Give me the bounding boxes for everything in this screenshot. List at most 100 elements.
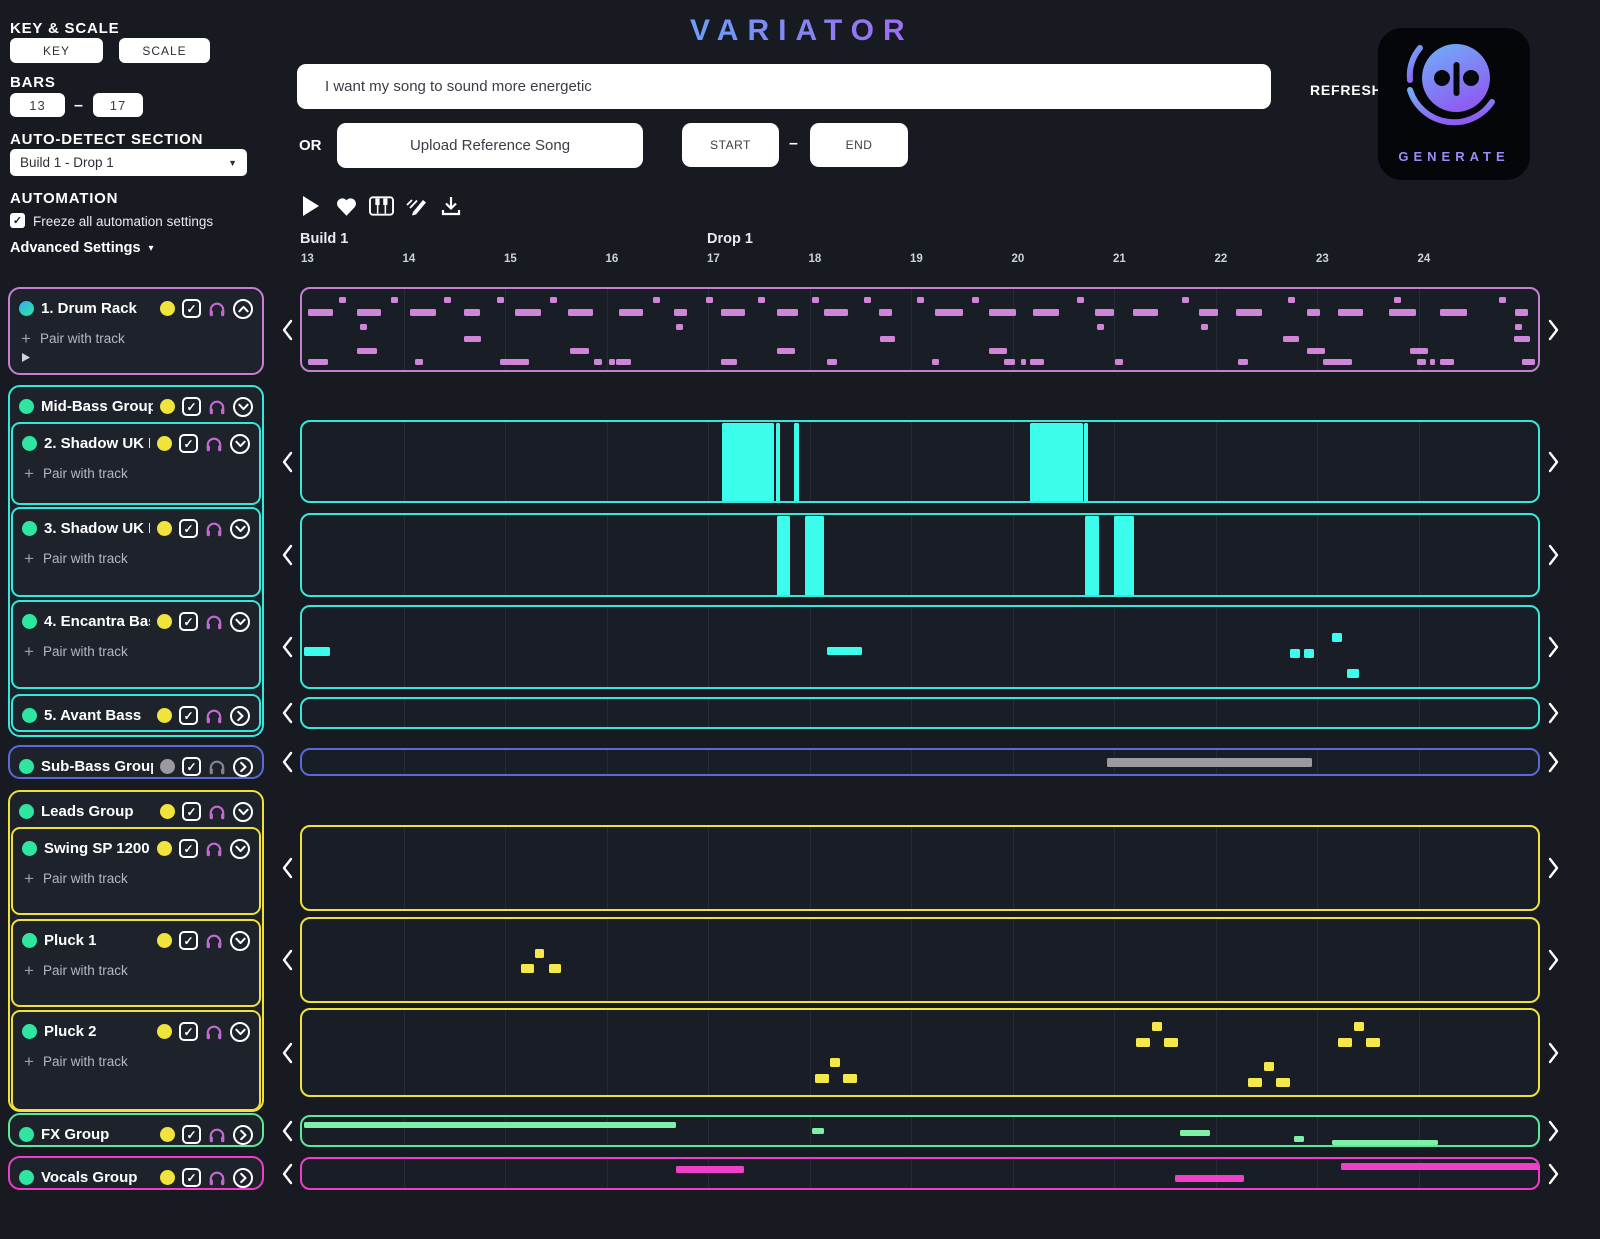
midi-note[interactable] <box>812 297 819 303</box>
lane-scroll-left-arrow[interactable] <box>279 451 295 473</box>
midi-note[interactable] <box>1199 309 1218 316</box>
midi-note[interactable] <box>1164 1038 1178 1047</box>
midi-note[interactable] <box>1077 297 1084 303</box>
midi-note[interactable] <box>304 1122 676 1128</box>
track-checkbox[interactable]: ✓ <box>179 839 198 858</box>
chevron-down-icon[interactable] <box>230 1022 250 1042</box>
midi-note[interactable] <box>1499 297 1506 303</box>
midi-note[interactable] <box>972 297 979 303</box>
lane-scroll-left-arrow[interactable] <box>279 857 295 879</box>
track-header-shadow-uk-bass-3[interactable]: 3. Shadow UK B...✓ <box>13 509 259 541</box>
midi-note[interactable] <box>1133 309 1158 316</box>
enable-dot[interactable] <box>160 1170 175 1185</box>
midi-note[interactable] <box>357 348 377 354</box>
lane-scroll-left-arrow[interactable] <box>279 319 295 341</box>
lane-shadow-uk-bass-2[interactable] <box>300 420 1540 503</box>
pair-with-track-button[interactable]: +Pair with track <box>13 634 259 659</box>
midi-note[interactable] <box>521 964 534 973</box>
midi-note[interactable] <box>619 309 643 316</box>
enable-dot[interactable] <box>157 521 172 536</box>
lane-scroll-right-arrow[interactable] <box>1545 702 1561 724</box>
midi-note[interactable] <box>410 309 436 316</box>
track-panel-mid-bass-group[interactable]: Mid-Bass Group✓2. Shadow UK B...✓+Pair w… <box>8 385 264 737</box>
midi-note[interactable] <box>1394 297 1401 303</box>
lane-avant-bass[interactable] <box>300 697 1540 729</box>
pair-with-track-button[interactable]: +Pair with track <box>13 861 259 886</box>
lane-scroll-right-arrow[interactable] <box>1545 451 1561 473</box>
enable-dot[interactable] <box>157 841 172 856</box>
midi-note[interactable] <box>1515 324 1522 330</box>
midi-note[interactable] <box>917 297 924 303</box>
track-checkbox[interactable]: ✓ <box>182 802 201 821</box>
lane-scroll-right-arrow[interactable] <box>1545 319 1561 341</box>
midi-note[interactable] <box>932 359 939 365</box>
midi-note[interactable] <box>1152 1022 1162 1031</box>
chevron-down-icon[interactable] <box>230 839 250 859</box>
midi-note[interactable] <box>1107 758 1312 767</box>
midi-note[interactable] <box>360 324 367 330</box>
midi-note[interactable] <box>827 359 837 365</box>
track-header-fx-group[interactable]: FX Group✓ <box>10 1115 262 1147</box>
lane-drum-rack[interactable] <box>300 287 1540 372</box>
midi-note[interactable] <box>812 1128 824 1134</box>
enable-dot[interactable] <box>160 399 175 414</box>
lane-scroll-right-arrow[interactable] <box>1545 1163 1561 1185</box>
headphones-icon[interactable] <box>205 436 223 452</box>
chevron-down-icon[interactable] <box>230 519 250 539</box>
enable-dot[interactable] <box>157 708 172 723</box>
midi-note[interactable] <box>1084 423 1088 502</box>
track-header-leads-group[interactable]: Leads Group✓ <box>10 792 262 824</box>
headphones-icon[interactable] <box>208 1127 226 1143</box>
track-panel-drum-rack[interactable]: 1. Drum Rack✓+Pair with track <box>8 287 264 375</box>
midi-note[interactable] <box>1323 359 1352 365</box>
midi-note[interactable] <box>1201 324 1208 330</box>
lane-scroll-right-arrow[interactable] <box>1545 949 1561 971</box>
midi-note[interactable] <box>1307 309 1320 316</box>
track-panel-swing-sp-1200[interactable]: Swing SP 1200...✓+Pair with track <box>11 827 261 915</box>
midi-note[interactable] <box>550 297 557 303</box>
enable-dot[interactable] <box>157 614 172 629</box>
midi-note[interactable] <box>515 309 541 316</box>
track-panel-shadow-uk-bass-3[interactable]: 3. Shadow UK B...✓+Pair with track <box>11 507 261 597</box>
midi-note[interactable] <box>777 309 798 316</box>
lane-fx-group[interactable] <box>300 1115 1540 1147</box>
midi-note[interactable] <box>1430 359 1435 365</box>
lane-scroll-left-arrow[interactable] <box>279 1042 295 1064</box>
pair-with-track-button[interactable]: +Pair with track <box>13 456 259 481</box>
midi-note[interactable] <box>815 1074 829 1083</box>
midi-note[interactable] <box>794 423 799 502</box>
track-checkbox[interactable]: ✓ <box>179 1022 198 1041</box>
midi-note[interactable] <box>1366 1038 1380 1047</box>
midi-note[interactable] <box>1248 1078 1262 1087</box>
midi-note[interactable] <box>609 359 615 365</box>
track-panel-fx-group[interactable]: FX Group✓ <box>8 1113 264 1147</box>
lane-scroll-right-arrow[interactable] <box>1545 544 1561 566</box>
track-checkbox[interactable]: ✓ <box>179 931 198 950</box>
track-checkbox[interactable]: ✓ <box>182 397 201 416</box>
headphones-icon[interactable] <box>205 1024 223 1040</box>
midi-note[interactable] <box>1522 359 1535 365</box>
midi-note[interactable] <box>721 359 737 365</box>
lane-scroll-right-arrow[interactable] <box>1545 636 1561 658</box>
enable-dot[interactable] <box>160 804 175 819</box>
midi-note[interactable] <box>1283 336 1299 342</box>
midi-note[interactable] <box>308 309 333 316</box>
midi-note[interactable] <box>497 297 504 303</box>
midi-note[interactable] <box>1440 309 1467 316</box>
lane-scroll-left-arrow[interactable] <box>279 1120 295 1142</box>
midi-note[interactable] <box>1097 324 1104 330</box>
track-header-shadow-uk-bass-2[interactable]: 2. Shadow UK B...✓ <box>13 424 259 456</box>
chevron-down-icon[interactable] <box>230 434 250 454</box>
midi-note[interactable] <box>880 336 895 342</box>
lane-pluck-1[interactable] <box>300 917 1540 1003</box>
midi-note[interactable] <box>706 297 713 303</box>
enable-dot[interactable] <box>157 436 172 451</box>
track-header-mid-bass-group[interactable]: Mid-Bass Group✓ <box>10 387 262 419</box>
midi-note[interactable] <box>676 324 683 330</box>
track-panel-leads-group[interactable]: Leads Group✓Swing SP 1200...✓+Pair with … <box>8 790 264 1112</box>
midi-note[interactable] <box>500 359 529 365</box>
lane-swing-sp-1200[interactable] <box>300 825 1540 911</box>
track-panel-avant-bass[interactable]: 5. Avant Bass✓ <box>11 694 261 732</box>
track-header-drum-rack[interactable]: 1. Drum Rack✓ <box>10 289 262 321</box>
midi-note[interactable] <box>535 949 544 958</box>
